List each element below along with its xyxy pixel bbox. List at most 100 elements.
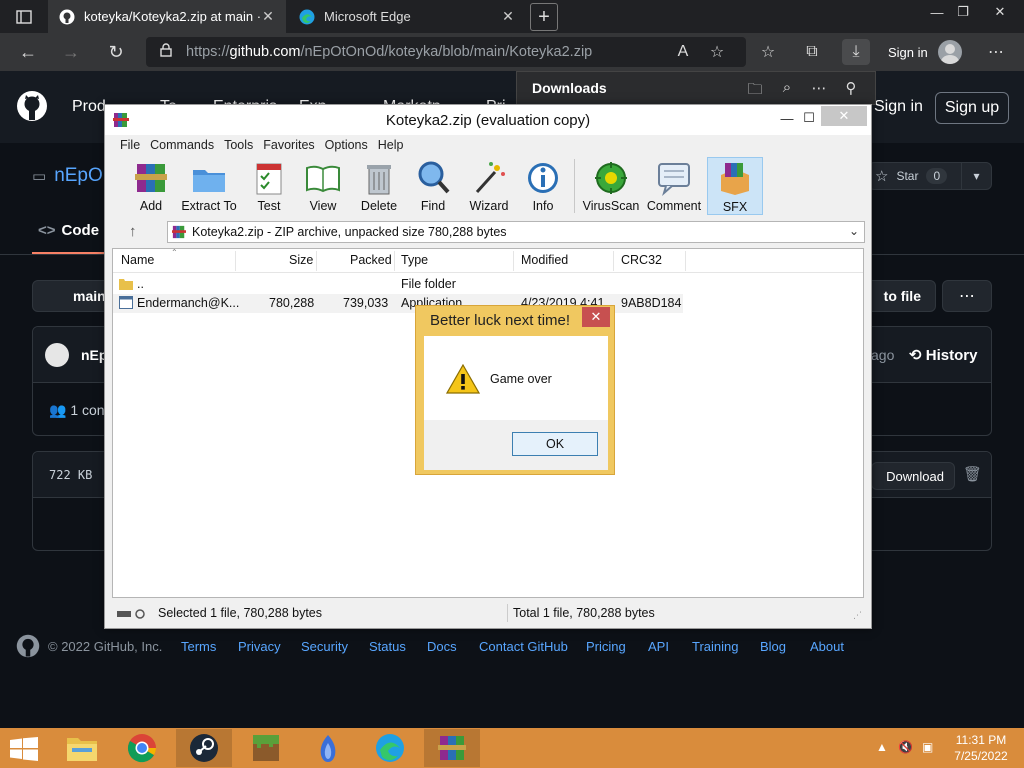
gh-nav-product[interactable]: Prod xyxy=(72,98,106,116)
toolbar-wizard-button[interactable]: Wizard xyxy=(461,157,517,215)
steam-icon xyxy=(190,734,218,762)
browser-tab-bar: koteyka/Koteyka2.zip at main · n ✕ Micro… xyxy=(0,0,1024,33)
tab-actions-icon[interactable] xyxy=(6,3,42,30)
toolbar-delete-button[interactable]: Delete xyxy=(351,157,407,215)
repo-owner-link[interactable]: nEpO xyxy=(54,165,103,186)
footer-link-api[interactable]: API xyxy=(648,639,669,654)
ok-button[interactable]: OK xyxy=(512,432,598,456)
toolbar-test-button[interactable]: Test xyxy=(241,157,297,215)
history-link[interactable]: ⟲ History xyxy=(909,346,977,364)
back-icon[interactable]: ← xyxy=(15,39,41,65)
taskbar-file-explorer[interactable] xyxy=(54,729,110,767)
url-field[interactable]: https://github.com/nEpOtOnOd/koteyka/blo… xyxy=(146,37,746,67)
toolbar-find-button[interactable]: Find xyxy=(405,157,461,215)
tray-chevron-icon[interactable]: ▲ xyxy=(876,740,888,754)
read-aloud-icon[interactable]: A xyxy=(669,39,697,65)
tab-edge[interactable]: Microsoft Edge ✕ xyxy=(288,0,526,33)
gh-sign-up-button[interactable]: Sign up xyxy=(935,92,1009,124)
menu-commands[interactable]: Commands xyxy=(150,138,214,152)
col-modified[interactable]: Modified xyxy=(521,253,568,267)
footer-link-about[interactable]: About xyxy=(810,639,844,654)
add-favorite-icon[interactable]: ☆ xyxy=(703,39,731,65)
footer-link-security[interactable]: Security xyxy=(301,639,348,654)
resize-grip-icon[interactable]: ⋰ xyxy=(853,610,862,621)
more-options-button[interactable]: ⋯ xyxy=(942,280,992,312)
footer-link-contact[interactable]: Contact GitHub xyxy=(479,639,568,654)
dialog-close-icon[interactable]: ✕ xyxy=(582,307,610,327)
tab-close-icon[interactable]: ✕ xyxy=(260,8,276,25)
footer-link-status[interactable]: Status xyxy=(369,639,406,654)
menu-tools[interactable]: Tools xyxy=(224,138,253,152)
close-window-icon[interactable]: ✕ xyxy=(985,0,1015,24)
taskbar-steam[interactable] xyxy=(176,729,232,767)
star-button[interactable]: ☆ Star 0 ▾ xyxy=(868,162,992,190)
taskbar-winrar[interactable] xyxy=(424,729,480,767)
favorites-icon[interactable]: ☆ xyxy=(754,39,782,65)
toolbar-sfx-button[interactable]: SFX xyxy=(707,157,763,215)
col-packed[interactable]: Packed xyxy=(350,253,392,267)
up-folder-icon[interactable]: ↑ xyxy=(129,223,137,240)
taskbar-clock[interactable]: 11:31 PM 7/25/2022 xyxy=(946,732,1016,764)
windows-start-icon[interactable] xyxy=(10,737,38,761)
tab-github[interactable]: koteyka/Koteyka2.zip at main · n ✕ xyxy=(48,0,286,33)
search-icon[interactable]: ⌕ xyxy=(777,79,797,99)
footer-link-pricing[interactable]: Pricing xyxy=(586,639,626,654)
more-menu-icon[interactable]: ⋯ xyxy=(982,39,1010,65)
new-tab-button[interactable]: + xyxy=(530,3,558,31)
open-folder-icon[interactable]: 🗀 xyxy=(745,79,765,99)
footer-link-training[interactable]: Training xyxy=(692,639,738,654)
status-separator xyxy=(507,604,508,622)
trash-bin-icon xyxy=(367,165,391,195)
footer-link-blog[interactable]: Blog xyxy=(760,639,786,654)
star-dropdown-icon[interactable]: ▾ xyxy=(961,163,991,189)
edge-signin-button[interactable]: Sign in xyxy=(888,37,962,67)
trash-icon[interactable]: 🗑 xyxy=(963,465,982,483)
github-footer-logo-icon[interactable] xyxy=(16,634,40,661)
contributors-link[interactable]: 👥 1 cont xyxy=(49,402,108,419)
toolbar-view-button[interactable]: View xyxy=(295,157,351,215)
go-to-file-button[interactable]: to file xyxy=(866,280,936,312)
pin-icon[interactable]: ⚲ xyxy=(841,79,861,99)
footer-link-terms[interactable]: Terms xyxy=(181,639,216,654)
network-icon[interactable]: ▣ xyxy=(922,740,933,754)
download-button[interactable]: Download xyxy=(871,462,955,490)
tab-code[interactable]: <> Code xyxy=(38,222,99,239)
github-logo-icon[interactable] xyxy=(16,90,48,122)
col-size[interactable]: Size xyxy=(289,253,313,267)
downloads-icon[interactable]: ⤓ xyxy=(842,39,870,65)
path-dropdown[interactable]: Koteyka2.zip - ZIP archive, unpacked siz… xyxy=(167,221,865,243)
table-row[interactable]: .. File folder xyxy=(113,275,863,294)
menu-favorites[interactable]: Favorites xyxy=(263,138,314,152)
toolbar-info-button[interactable]: Info xyxy=(515,157,571,215)
toolbar-virusscan-button[interactable]: VirusScan xyxy=(581,157,641,215)
menu-options[interactable]: Options xyxy=(325,138,368,152)
footer-link-docs[interactable]: Docs xyxy=(427,639,457,654)
taskbar-minecraft[interactable] xyxy=(238,729,294,767)
toolbar-label: Comment xyxy=(646,199,702,213)
volume-muted-icon[interactable]: 🔇 xyxy=(898,740,913,754)
branch-selector[interactable]: main xyxy=(32,280,112,312)
taskbar-app[interactable] xyxy=(300,729,356,767)
winrar-maximize-icon[interactable]: ☐ xyxy=(795,107,823,129)
restore-icon[interactable]: ❐ xyxy=(948,0,978,24)
test-checklist-icon xyxy=(256,163,282,195)
menu-file[interactable]: File xyxy=(120,138,140,152)
more-icon[interactable]: ⋯ xyxy=(809,79,829,99)
gh-sign-in-link[interactable]: Sign in xyxy=(874,98,923,116)
menu-help[interactable]: Help xyxy=(378,138,404,152)
col-crc32[interactable]: CRC32 xyxy=(621,253,662,267)
winrar-close-icon[interactable]: ✕ xyxy=(821,106,867,126)
col-name[interactable]: Name xyxy=(121,253,154,267)
refresh-icon[interactable]: ↻ xyxy=(103,39,129,65)
taskbar-chrome[interactable] xyxy=(114,729,170,767)
toolbar-comment-button[interactable]: Comment xyxy=(645,157,703,215)
toolbar-extract-button[interactable]: Extract To xyxy=(181,157,237,215)
collections-icon[interactable]: ⧉ xyxy=(798,39,826,65)
taskbar-edge[interactable] xyxy=(362,729,418,767)
footer-link-privacy[interactable]: Privacy xyxy=(238,639,281,654)
toolbar-add-button[interactable]: Add xyxy=(123,157,179,215)
tab-close-icon[interactable]: ✕ xyxy=(500,8,516,25)
toolbar-label: SFX xyxy=(722,200,748,214)
forward-icon[interactable]: → xyxy=(58,39,84,65)
col-type[interactable]: Type xyxy=(401,253,428,267)
